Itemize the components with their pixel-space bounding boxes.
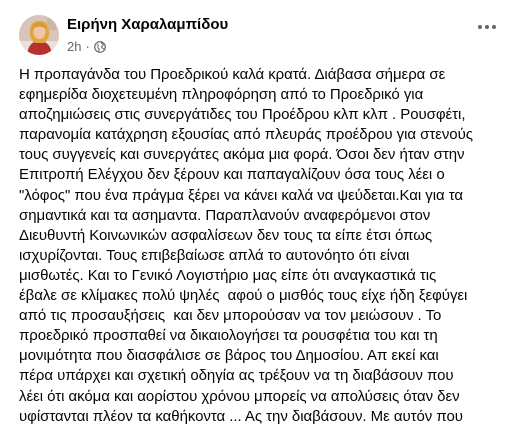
globe-icon[interactable] bbox=[93, 40, 106, 53]
author-name[interactable]: Ειρήνη Χαραλαμπίδου bbox=[67, 16, 228, 33]
ellipsis-icon bbox=[478, 25, 496, 29]
post-meta: 2h · bbox=[67, 39, 106, 54]
post-text-line: εφημερίδα διοχετευμένη πληροφόρηση από τ… bbox=[19, 86, 424, 104]
post-text-line: τους συγγενείς και συνεργάτες ακόμα μια … bbox=[19, 146, 465, 164]
post-text-line: μονιμότητα που διασφάλισε σε βάρος του Δ… bbox=[19, 347, 439, 365]
author-avatar[interactable] bbox=[19, 15, 59, 55]
post-text-line: Επιτροπή Ελέγχου δεν ξέρουν και παπαγαλί… bbox=[19, 166, 445, 184]
post-text-line: σημαντικά και τα ασημαντα. Παραπλανούν α… bbox=[19, 206, 431, 224]
post-text-line: ισχυρίζονται. Τους επιβεβαίωσε απλά το α… bbox=[19, 246, 410, 264]
post-text-line: από τις προσαυξήσεις και δεν μπορούσαν ν… bbox=[19, 307, 442, 325]
post-text-line: πέρα υπάρχει και σχετική οδηγία ας τρέξο… bbox=[19, 367, 454, 385]
post-timestamp[interactable]: 2h bbox=[67, 39, 81, 54]
meta-separator: · bbox=[85, 39, 90, 54]
post-body-text: Η προπαγάνδα του Προεδρικού καλά κρατά. … bbox=[19, 65, 505, 427]
post-text-line: Η προπαγάνδα του Προεδρικού καλά κρατά. … bbox=[19, 66, 446, 83]
post-text-line: αποζημιώσεις στις συνεργάτιδες του Προέδ… bbox=[19, 106, 466, 124]
more-options-button[interactable] bbox=[473, 16, 501, 38]
post-text-line: παρανομία κατάχρηση εξουσίας από πλευράς… bbox=[19, 126, 473, 144]
post-text-line: λέει ότι ακόμα και αορίστου χρόνου μπορε… bbox=[19, 387, 460, 405]
post-text-line: Διευθυντή Κοινωνικών ασφαλίσεων δεν τους… bbox=[19, 226, 433, 244]
profile-photo bbox=[19, 15, 59, 55]
post-text-line: "λόφος" που ένα πράγμα ξέρει να κάνει κα… bbox=[19, 186, 464, 204]
post-text-line: μισθωτές. Και το Γενικό Λογιστήριο μας ε… bbox=[19, 266, 437, 284]
facebook-post: Ειρήνη Χαραλαμπίδου 2h · Η προπαγάνδα το… bbox=[0, 0, 518, 426]
post-header: Ειρήνη Χαραλαμπίδου 2h · bbox=[19, 12, 509, 56]
post-text-line: έβαλε σε κλίμακες πολύ ψηλές αφού ο μισθ… bbox=[19, 287, 468, 305]
post-text-line: υφίστανται πλέον τα καθήκοντα ... Ας την… bbox=[19, 407, 463, 425]
post-text-line: προεδρικό προσπαθεί να δικαιολογήσει τα … bbox=[19, 327, 438, 345]
